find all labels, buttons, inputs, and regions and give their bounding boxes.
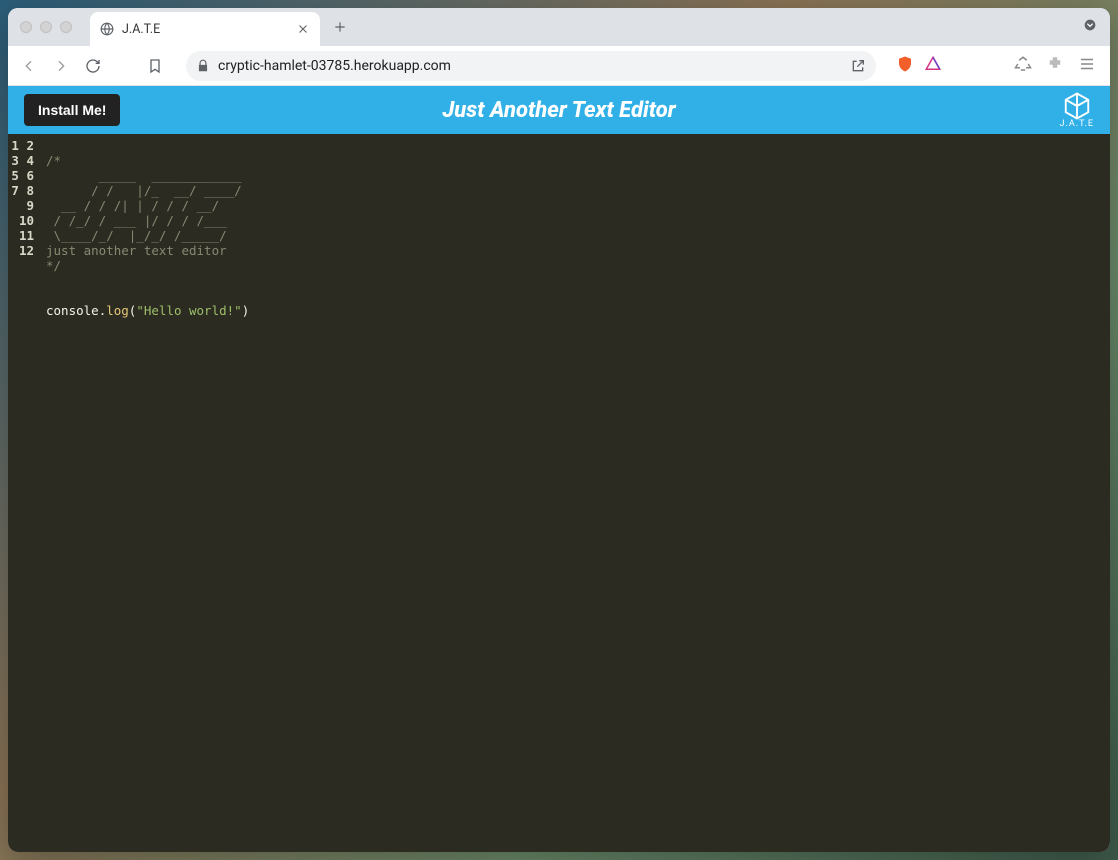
window-maximize-icon[interactable] xyxy=(60,21,72,33)
brave-shield-icon[interactable] xyxy=(896,55,914,77)
app-title: Just Another Text Editor xyxy=(442,98,675,123)
globe-icon xyxy=(100,22,114,36)
back-button[interactable] xyxy=(18,55,40,77)
toolbar-right xyxy=(1014,55,1100,77)
app-logo: J.A.T.E xyxy=(1060,91,1094,129)
lock-icon xyxy=(196,59,210,73)
bookmark-button[interactable] xyxy=(144,55,166,77)
code-token: log xyxy=(106,303,129,318)
browser-tab-bar: J.A.T.E xyxy=(8,8,1110,46)
close-tab-icon[interactable] xyxy=(296,22,310,36)
logo-subtitle: J.A.T.E xyxy=(1060,119,1094,129)
reload-button[interactable] xyxy=(82,55,104,77)
window-minimize-icon[interactable] xyxy=(40,21,52,33)
code-line: */ xyxy=(46,258,61,273)
code-token: "Hello world!" xyxy=(136,303,241,318)
brave-rewards-icon[interactable] xyxy=(924,55,942,77)
code-editor[interactable]: 1 2 3 4 5 6 7 8 9 10 11 12 /* _____ ____… xyxy=(8,134,1110,852)
browser-window: J.A.T.E cryptic-hamlet-03785.herokuapp.c… xyxy=(8,8,1110,852)
recycle-icon[interactable] xyxy=(1014,55,1032,77)
code-line: /* xyxy=(46,153,61,168)
browser-toolbar: cryptic-hamlet-03785.herokuapp.com xyxy=(8,46,1110,86)
menu-icon[interactable] xyxy=(1078,55,1096,77)
code-token: console xyxy=(46,303,99,318)
window-controls xyxy=(20,21,72,33)
line-gutter: 1 2 3 4 5 6 7 8 9 10 11 12 xyxy=(8,134,40,852)
open-external-icon[interactable] xyxy=(850,58,866,74)
extensions-icon[interactable] xyxy=(1046,55,1064,77)
cube-icon xyxy=(1062,91,1092,121)
code-line: / / |/_ __/ ____/ xyxy=(46,183,242,198)
code-line: \____/_/ |_/_/ /_____/ xyxy=(46,228,227,243)
app-header: Install Me! Just Another Text Editor J.A… xyxy=(8,86,1110,134)
code-line: _____ ____________ xyxy=(46,168,242,183)
code-line: just another text editor xyxy=(46,243,227,258)
code-token: ) xyxy=(242,303,250,318)
tab-title: J.A.T.E xyxy=(122,22,288,37)
install-button[interactable]: Install Me! xyxy=(24,94,120,126)
code-line: / /_/ / ___ |/ / / /___ xyxy=(46,213,227,228)
url-text: cryptic-hamlet-03785.herokuapp.com xyxy=(218,58,842,74)
tab-overflow-icon[interactable] xyxy=(1082,17,1098,37)
browser-tab[interactable]: J.A.T.E xyxy=(90,12,320,46)
new-tab-button[interactable] xyxy=(326,13,354,41)
forward-button[interactable] xyxy=(50,55,72,77)
address-bar[interactable]: cryptic-hamlet-03785.herokuapp.com xyxy=(186,51,876,81)
code-line: __ / / /| | / / / __/ xyxy=(46,198,219,213)
window-close-icon[interactable] xyxy=(20,21,32,33)
code-content[interactable]: /* _____ ____________ / / |/_ __/ ____/ … xyxy=(40,134,1110,852)
